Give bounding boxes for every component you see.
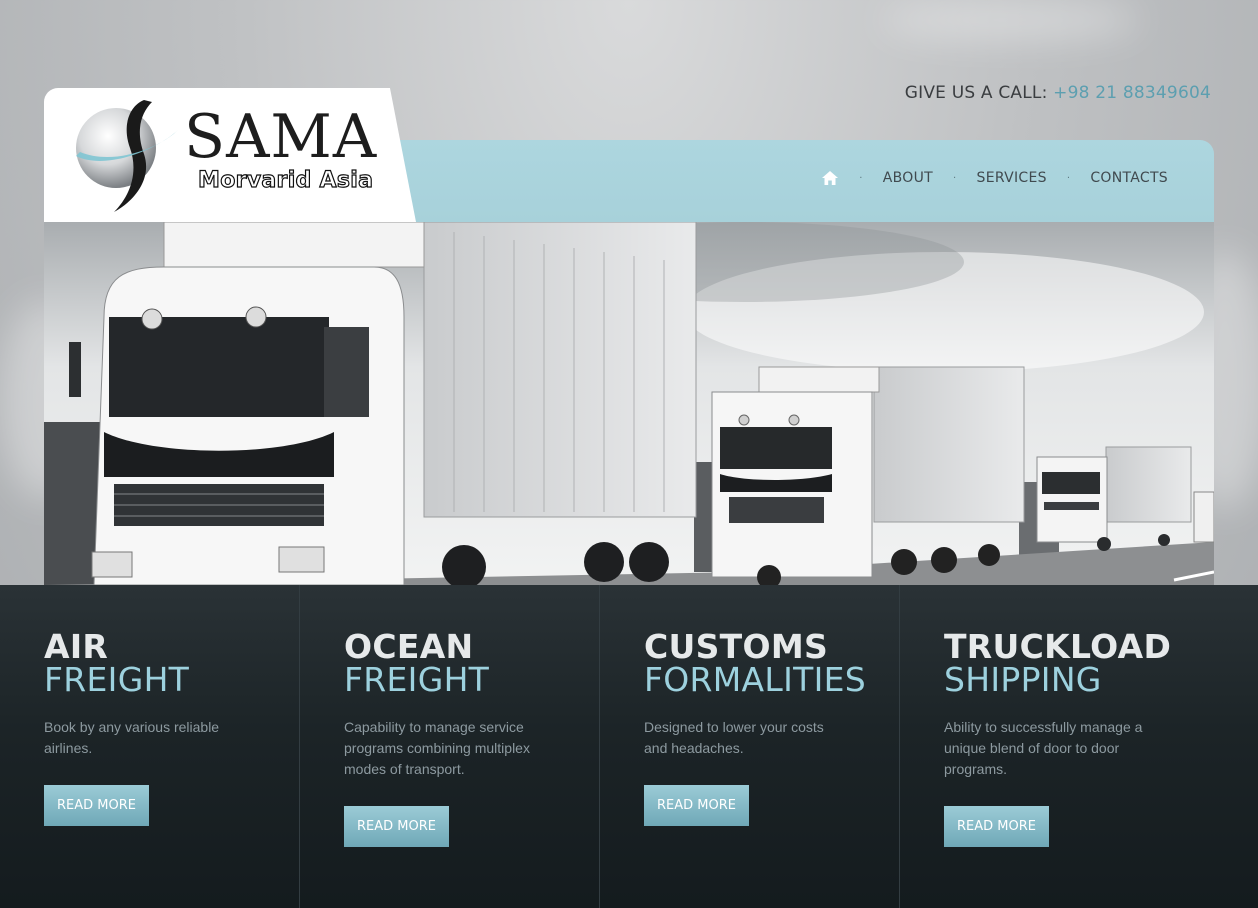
read-more-button[interactable]: READ MORE <box>644 785 749 826</box>
service-title-line2: SHIPPING <box>944 660 1102 699</box>
trucks-illustration <box>44 222 1214 585</box>
phone-number[interactable]: +98 21 88349604 <box>1053 83 1211 103</box>
pearl-logo-icon <box>76 100 178 212</box>
nav-separator: · <box>859 172 863 184</box>
service-title-line2: FORMALITIES <box>644 660 867 699</box>
nav-item-about[interactable]: ABOUT <box>883 170 933 186</box>
call-label: GIVE US A CALL: <box>904 83 1048 103</box>
logo[interactable]: SAMA Morvarid Asia <box>44 88 416 222</box>
service-title-line1: TRUCKLOAD <box>944 627 1172 666</box>
nav-bar: · ABOUT · SERVICES · CONTACTS <box>390 140 1214 222</box>
hero-image <box>44 222 1214 585</box>
nav-separator: · <box>1066 172 1071 184</box>
service-title-line2: FREIGHT <box>344 660 490 699</box>
read-more-button[interactable]: READ MORE <box>344 806 449 847</box>
service-card-ocean-freight: OCEAN FREIGHT Capability to manage servi… <box>300 585 600 908</box>
services-section: AIR FREIGHT Book by any various reliable… <box>0 585 1258 908</box>
service-description: Ability to successfully manage a unique … <box>944 719 1143 777</box>
service-card-customs: CUSTOMS FORMALITIES Designed to lower yo… <box>600 585 900 908</box>
service-title-line1: AIR <box>44 627 109 666</box>
read-more-button[interactable]: READ MORE <box>944 806 1049 847</box>
main-nav: · ABOUT · SERVICES · CONTACTS <box>821 170 1168 186</box>
service-title-line2: FREIGHT <box>44 660 190 699</box>
read-more-button[interactable]: READ MORE <box>44 785 149 826</box>
service-title-line1: OCEAN <box>344 627 474 666</box>
nav-separator: · <box>953 172 957 184</box>
nav-item-services[interactable]: SERVICES <box>977 170 1047 186</box>
service-title-line1: CUSTOMS <box>644 627 829 666</box>
logo-subtitle: Morvarid Asia <box>197 167 374 193</box>
service-description: Book by any various reliable airlines. <box>44 719 220 756</box>
service-card-air-freight: AIR FREIGHT Book by any various reliable… <box>0 585 300 908</box>
service-description: Designed to lower your costs and headach… <box>644 719 824 756</box>
service-card-truckload: TRUCKLOAD SHIPPING Ability to successful… <box>900 585 1258 908</box>
phone-line: GIVE US A CALL: +98 21 88349604 <box>905 83 1211 103</box>
logo-title: SAMA <box>184 102 378 172</box>
service-description: Capability to manage service programs co… <box>344 719 530 777</box>
nav-item-contacts[interactable]: CONTACTS <box>1090 170 1168 186</box>
home-icon[interactable] <box>821 170 839 186</box>
